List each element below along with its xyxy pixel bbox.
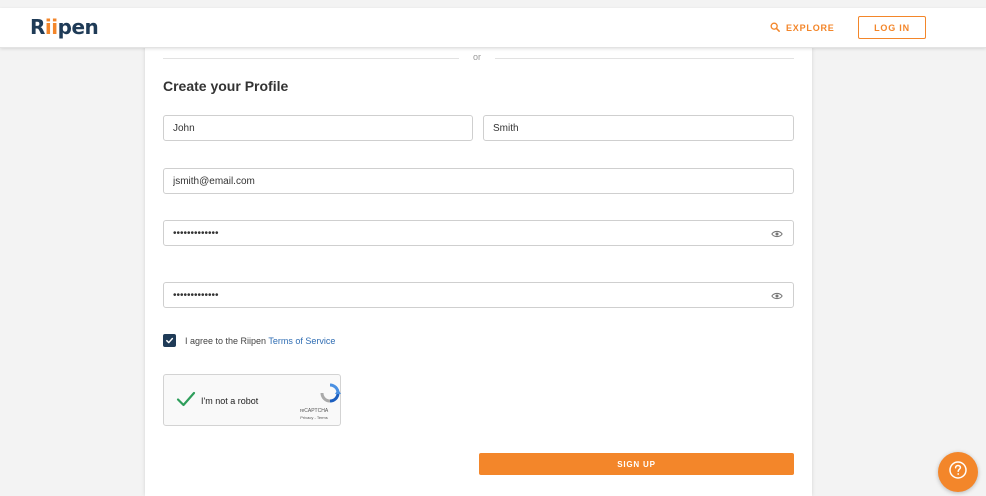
terms-checkbox[interactable] — [163, 334, 176, 347]
eye-icon[interactable] — [771, 291, 783, 301]
recaptcha-brand: reCAPTCHA — [299, 408, 329, 414]
top-navbar: Riipen EXPLORE LOG IN — [0, 8, 986, 48]
explore-link[interactable]: EXPLORE — [770, 22, 835, 34]
form-title: Create your Profile — [163, 78, 289, 94]
search-icon — [770, 22, 780, 34]
logo-suffix: pen — [57, 15, 99, 39]
logo-dots: ii — [44, 15, 58, 39]
agree-text: I agree to the Riipen — [185, 335, 269, 346]
password-input[interactable] — [173, 227, 793, 239]
recaptcha-terms-links[interactable]: Privacy - Terms — [294, 415, 334, 420]
logo-prefix: R — [30, 15, 45, 39]
login-button[interactable]: LOG IN — [858, 16, 926, 39]
divider-right — [495, 58, 794, 59]
confirm-password-field[interactable] — [163, 282, 794, 308]
divider-or: or — [473, 52, 482, 62]
confirm-password-input[interactable] — [173, 289, 793, 301]
first-name-field[interactable] — [163, 115, 473, 141]
help-button[interactable] — [938, 452, 978, 492]
password-field[interactable] — [163, 220, 794, 246]
first-name-input[interactable] — [173, 122, 472, 134]
help-circle-icon — [948, 460, 968, 485]
eye-icon[interactable] — [771, 229, 783, 239]
divider-left — [163, 58, 459, 59]
email-input[interactable] — [173, 175, 793, 187]
explore-label: EXPLORE — [786, 23, 835, 33]
terms-agreement-text: I agree to the Riipen Terms of Service — [185, 336, 335, 346]
recaptcha-label: I'm not a robot — [201, 396, 259, 406]
terms-agreement-row: I agree to the Riipen Terms of Service — [163, 334, 335, 347]
sign-up-button[interactable]: SIGN UP — [479, 453, 794, 475]
riipen-logo[interactable]: Riipen — [30, 15, 99, 39]
last-name-field[interactable] — [483, 115, 794, 141]
recaptcha-checkmark-icon[interactable] — [176, 390, 196, 408]
recaptcha-widget: I'm not a robot reCAPTCHA Privacy - Term… — [163, 374, 341, 426]
terms-of-service-link[interactable]: Terms of Service — [268, 336, 335, 346]
login-label: LOG IN — [874, 22, 910, 33]
signup-card: or Create your Profile I agree to the Ri… — [145, 40, 812, 496]
last-name-input[interactable] — [493, 122, 793, 134]
sign-up-label: SIGN UP — [617, 459, 656, 469]
recaptcha-logo-icon — [318, 381, 342, 405]
email-field[interactable] — [163, 168, 794, 194]
